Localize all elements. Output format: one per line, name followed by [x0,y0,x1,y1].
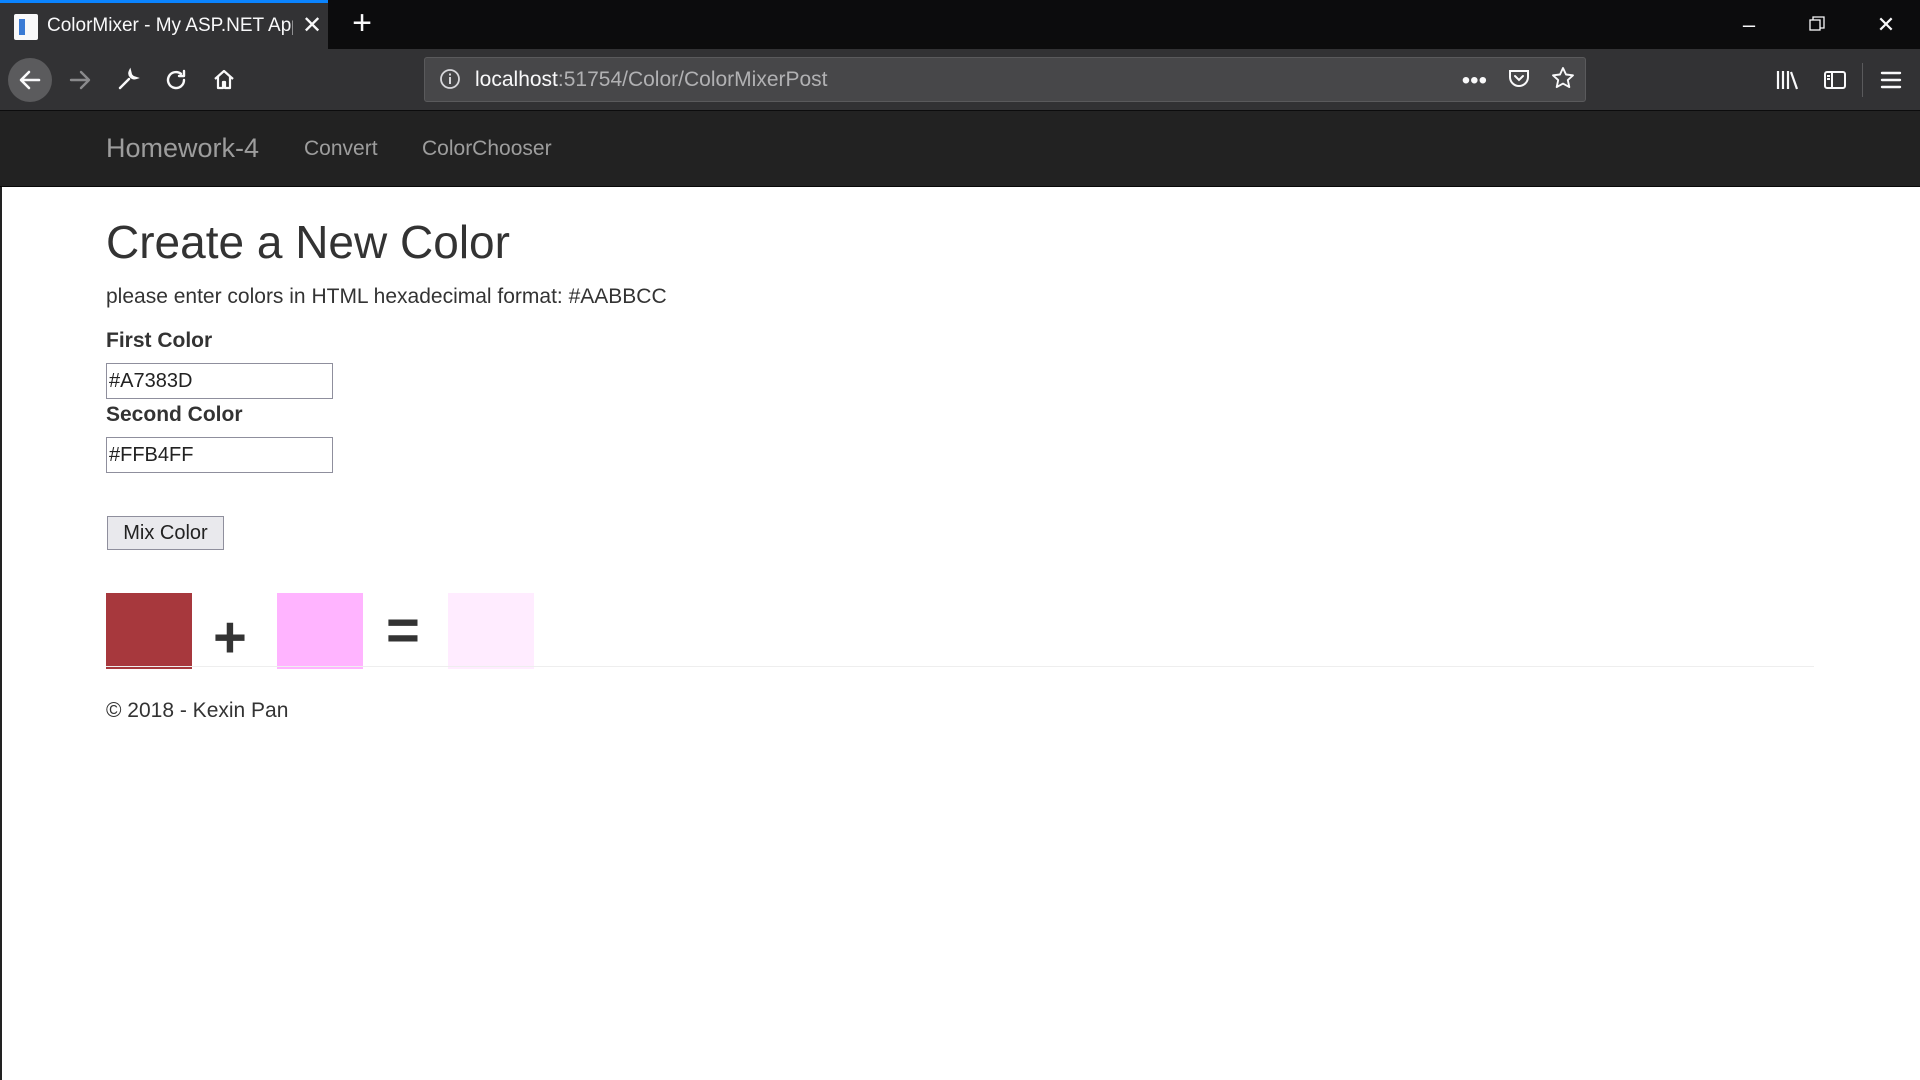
browser-tab[interactable]: ColorMixer - My ASP.NET Application ✕ [0,0,328,49]
nav-link-convert[interactable]: Convert [304,137,378,161]
site-info-icon[interactable] [439,68,461,90]
second-color-input[interactable] [106,437,333,473]
menu-icon[interactable] [1876,65,1906,95]
page-favicon-icon [14,14,38,40]
close-window-icon[interactable]: ✕ [1873,12,1899,38]
first-color-input[interactable] [106,363,333,399]
new-tab-icon[interactable]: + [348,6,376,40]
result-color-swatch [448,593,534,669]
first-color-label: First Color [106,329,213,352]
footer-copyright: © 2018 - Kexin Pan [106,699,289,722]
pocket-icon[interactable] [1507,66,1531,95]
home-icon[interactable] [202,58,246,102]
nav-link-colorchooser[interactable]: ColorChooser [422,137,552,161]
plus-sign: + [213,605,247,670]
library-icon[interactable] [1772,65,1802,95]
page-actions-icon[interactable]: ••• [1462,68,1487,93]
second-color-swatch [277,593,363,669]
forward-icon[interactable] [58,58,102,102]
site-navbar: Homework-4 Convert ColorChooser [0,111,1920,187]
page-title: Create a New Color [106,216,510,268]
footer-divider [106,666,1814,667]
close-tab-icon[interactable]: ✕ [300,14,324,38]
toolbar-divider [1862,63,1863,97]
wrench-icon[interactable] [106,58,150,102]
reload-icon[interactable] [154,58,198,102]
mix-color-button[interactable]: Mix Color [107,516,224,550]
bookmark-star-icon[interactable] [1551,66,1575,95]
back-icon[interactable] [8,58,52,102]
instructions-text: please enter colors in HTML hexadecimal … [106,285,667,308]
first-color-swatch [106,593,192,669]
sidebar-icon[interactable] [1820,65,1850,95]
tab-title: ColorMixer - My ASP.NET Application [47,15,293,36]
url-bar[interactable]: localhost:51754/Color/ColorMixerPost ••• [424,57,1586,102]
brand-link[interactable]: Homework-4 [106,133,259,164]
equals-sign: = [386,598,420,663]
restore-icon[interactable] [1804,12,1830,38]
second-color-label: Second Color [106,403,243,426]
minimize-icon[interactable]: – [1736,12,1762,38]
browser-tab-strip: ColorMixer - My ASP.NET Application ✕ + … [0,0,1920,49]
browser-toolbar: localhost:51754/Color/ColorMixerPost ••• [0,49,1920,111]
window-edge [0,187,2,1080]
url-text[interactable]: localhost:51754/Color/ColorMixerPost [475,68,828,92]
